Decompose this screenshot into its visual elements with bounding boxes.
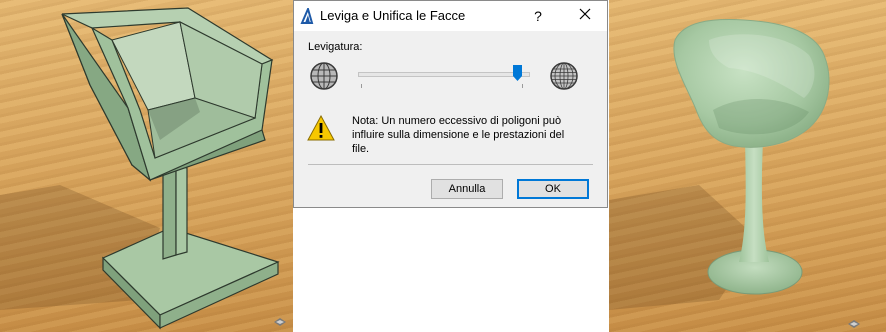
slider-thumb[interactable] xyxy=(513,65,522,81)
smoothing-slider[interactable] xyxy=(358,65,530,89)
close-button[interactable] xyxy=(572,5,598,27)
smoothing-label: Levigatura: xyxy=(308,41,363,53)
warning-icon xyxy=(307,115,335,141)
smooth-merge-dialog: Leviga e Unifica le Facce ? Levigatura: xyxy=(293,0,608,208)
close-icon xyxy=(579,8,591,20)
smoothed-chair-model xyxy=(609,19,830,310)
navigator-icon[interactable] xyxy=(274,318,286,328)
help-button[interactable]: ? xyxy=(526,5,550,27)
left-3d-viewport[interactable] xyxy=(0,0,293,332)
slider-tick-max xyxy=(522,84,523,88)
globe-icon xyxy=(310,62,338,90)
app-icon xyxy=(300,8,314,24)
warning-note: Nota: Un numero eccessivo di poligoni pu… xyxy=(352,115,565,155)
dialog-area: Leviga e Unifica le Facce ? Levigatura: xyxy=(293,0,609,332)
cancel-button[interactable]: Annulla xyxy=(431,179,503,199)
slider-track[interactable] xyxy=(358,72,530,77)
slider-tick-min xyxy=(361,84,362,88)
globe-icon xyxy=(550,62,578,90)
ok-button[interactable]: OK xyxy=(517,179,589,199)
faceted-chair-model xyxy=(0,7,280,330)
divider xyxy=(308,164,593,165)
dialog-title: Leviga e Unifica le Facce xyxy=(320,8,466,23)
right-3d-viewport[interactable] xyxy=(609,0,886,332)
navigator-icon[interactable] xyxy=(848,320,860,330)
title-bar[interactable]: Leviga e Unifica le Facce ? xyxy=(294,1,607,31)
